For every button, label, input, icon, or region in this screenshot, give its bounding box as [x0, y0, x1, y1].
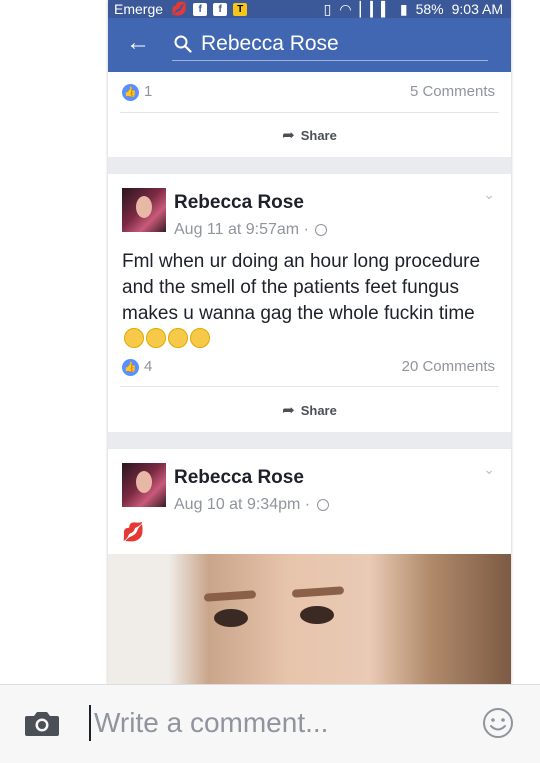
search-query[interactable]: Rebecca Rose	[201, 32, 339, 56]
sick-emoji-icon	[168, 328, 188, 348]
facebook-notification-icon: f	[193, 2, 208, 16]
worried-emoji-icon	[190, 328, 210, 348]
signal-icon: ▏▎▍	[359, 0, 392, 17]
nauseated-emoji-icon	[146, 328, 166, 348]
wifi-icon: ◠	[339, 0, 352, 17]
kiss-lips-icon: 💋	[122, 522, 145, 542]
post-meta: Aug 10 at 9:34pm ·	[174, 496, 329, 514]
post-card: Rebecca Rose Aug 10 at 9:34pm · ⌄ 💋	[108, 449, 511, 684]
photo-detail	[291, 586, 345, 598]
grimace-emoji-icon	[124, 328, 144, 348]
photo-detail	[300, 606, 334, 624]
comments-count[interactable]: 5 Comments	[410, 83, 495, 100]
camera-icon[interactable]	[24, 709, 60, 737]
author-name[interactable]: Rebecca Rose	[174, 192, 304, 214]
navigation-bar: ← Rebecca Rose	[108, 18, 511, 72]
search-icon[interactable]	[174, 35, 192, 53]
battery-percent: 58%	[415, 1, 444, 17]
post-timestamp[interactable]: Aug 11 at 9:57am	[174, 221, 299, 238]
facebook-notification-icon-2: f	[213, 2, 228, 16]
search-underline	[172, 60, 488, 61]
post-text: Fml when ur doing an hour long procedure…	[122, 249, 497, 353]
share-label: Share	[300, 128, 337, 143]
meta-separator: ·	[304, 496, 311, 513]
clock: 9:03 AM	[451, 1, 503, 17]
chevron-down-icon[interactable]: ⌄	[483, 461, 495, 478]
author-name[interactable]: Rebecca Rose	[174, 467, 304, 489]
like-thumb-icon: 👍	[122, 84, 139, 101]
meta-separator: ·	[303, 221, 309, 238]
globe-icon	[316, 498, 329, 511]
vibrate-icon: ▯	[323, 0, 332, 17]
comments-count[interactable]: 20 Comments	[402, 358, 495, 375]
battery-icon: ▮	[399, 0, 408, 17]
system-status: ▯ ◠ ▏▎▍ ▮ 58% 9:03 AM	[324, 1, 503, 18]
post-card: Rebecca Rose Aug 11 at 9:57am · ⌄ Fml wh…	[108, 174, 511, 432]
post-meta: Aug 11 at 9:57am ·	[174, 221, 328, 239]
like-count[interactable]: 1	[144, 83, 152, 100]
share-button[interactable]: ➦ Share	[108, 126, 511, 144]
status-bar: Emerge 💋 f f T ▯ ◠ ▏▎▍ ▮ 58% 9:03 AM	[108, 0, 511, 18]
globe-icon	[315, 223, 328, 236]
divider	[120, 112, 499, 113]
share-button[interactable]: ➦ Share	[108, 401, 511, 419]
text-cursor	[89, 705, 91, 741]
comment-input[interactable]	[92, 701, 456, 745]
app-notification-icon: T	[233, 2, 248, 16]
notification-icons: 💋 f f T	[171, 1, 248, 17]
reactions-row: 👍 1 5 Comments	[108, 72, 511, 112]
share-arrow-icon: ➦	[282, 127, 295, 144]
carrier-label: Emerge	[114, 1, 164, 17]
like-thumb-icon: 👍	[122, 359, 139, 376]
avatar[interactable]	[122, 188, 166, 232]
avatar[interactable]	[122, 463, 166, 507]
photo-detail	[203, 590, 257, 602]
back-arrow-icon[interactable]: ←	[126, 31, 150, 55]
divider	[120, 386, 499, 387]
comment-composer	[0, 684, 540, 763]
post-photo-container[interactable]	[108, 554, 511, 684]
like-count[interactable]: 4	[144, 358, 152, 375]
phone-screenshot: Emerge 💋 f f T ▯ ◠ ▏▎▍ ▮ 58% 9:03 AM ← R…	[108, 0, 511, 684]
post-photo[interactable]	[108, 554, 511, 684]
post-body: Fml when ur doing an hour long procedure…	[122, 251, 481, 324]
chevron-down-icon[interactable]: ⌄	[483, 186, 495, 203]
post-timestamp[interactable]: Aug 10 at 9:34pm	[174, 496, 300, 513]
post-card-previous: 👍 1 5 Comments ➦ Share	[108, 72, 511, 157]
share-arrow-icon: ➦	[282, 402, 295, 419]
smiley-icon[interactable]	[482, 707, 514, 739]
kiss-notification-icon: 💋	[171, 1, 188, 16]
share-label: Share	[300, 403, 337, 418]
photo-detail	[214, 609, 248, 627]
